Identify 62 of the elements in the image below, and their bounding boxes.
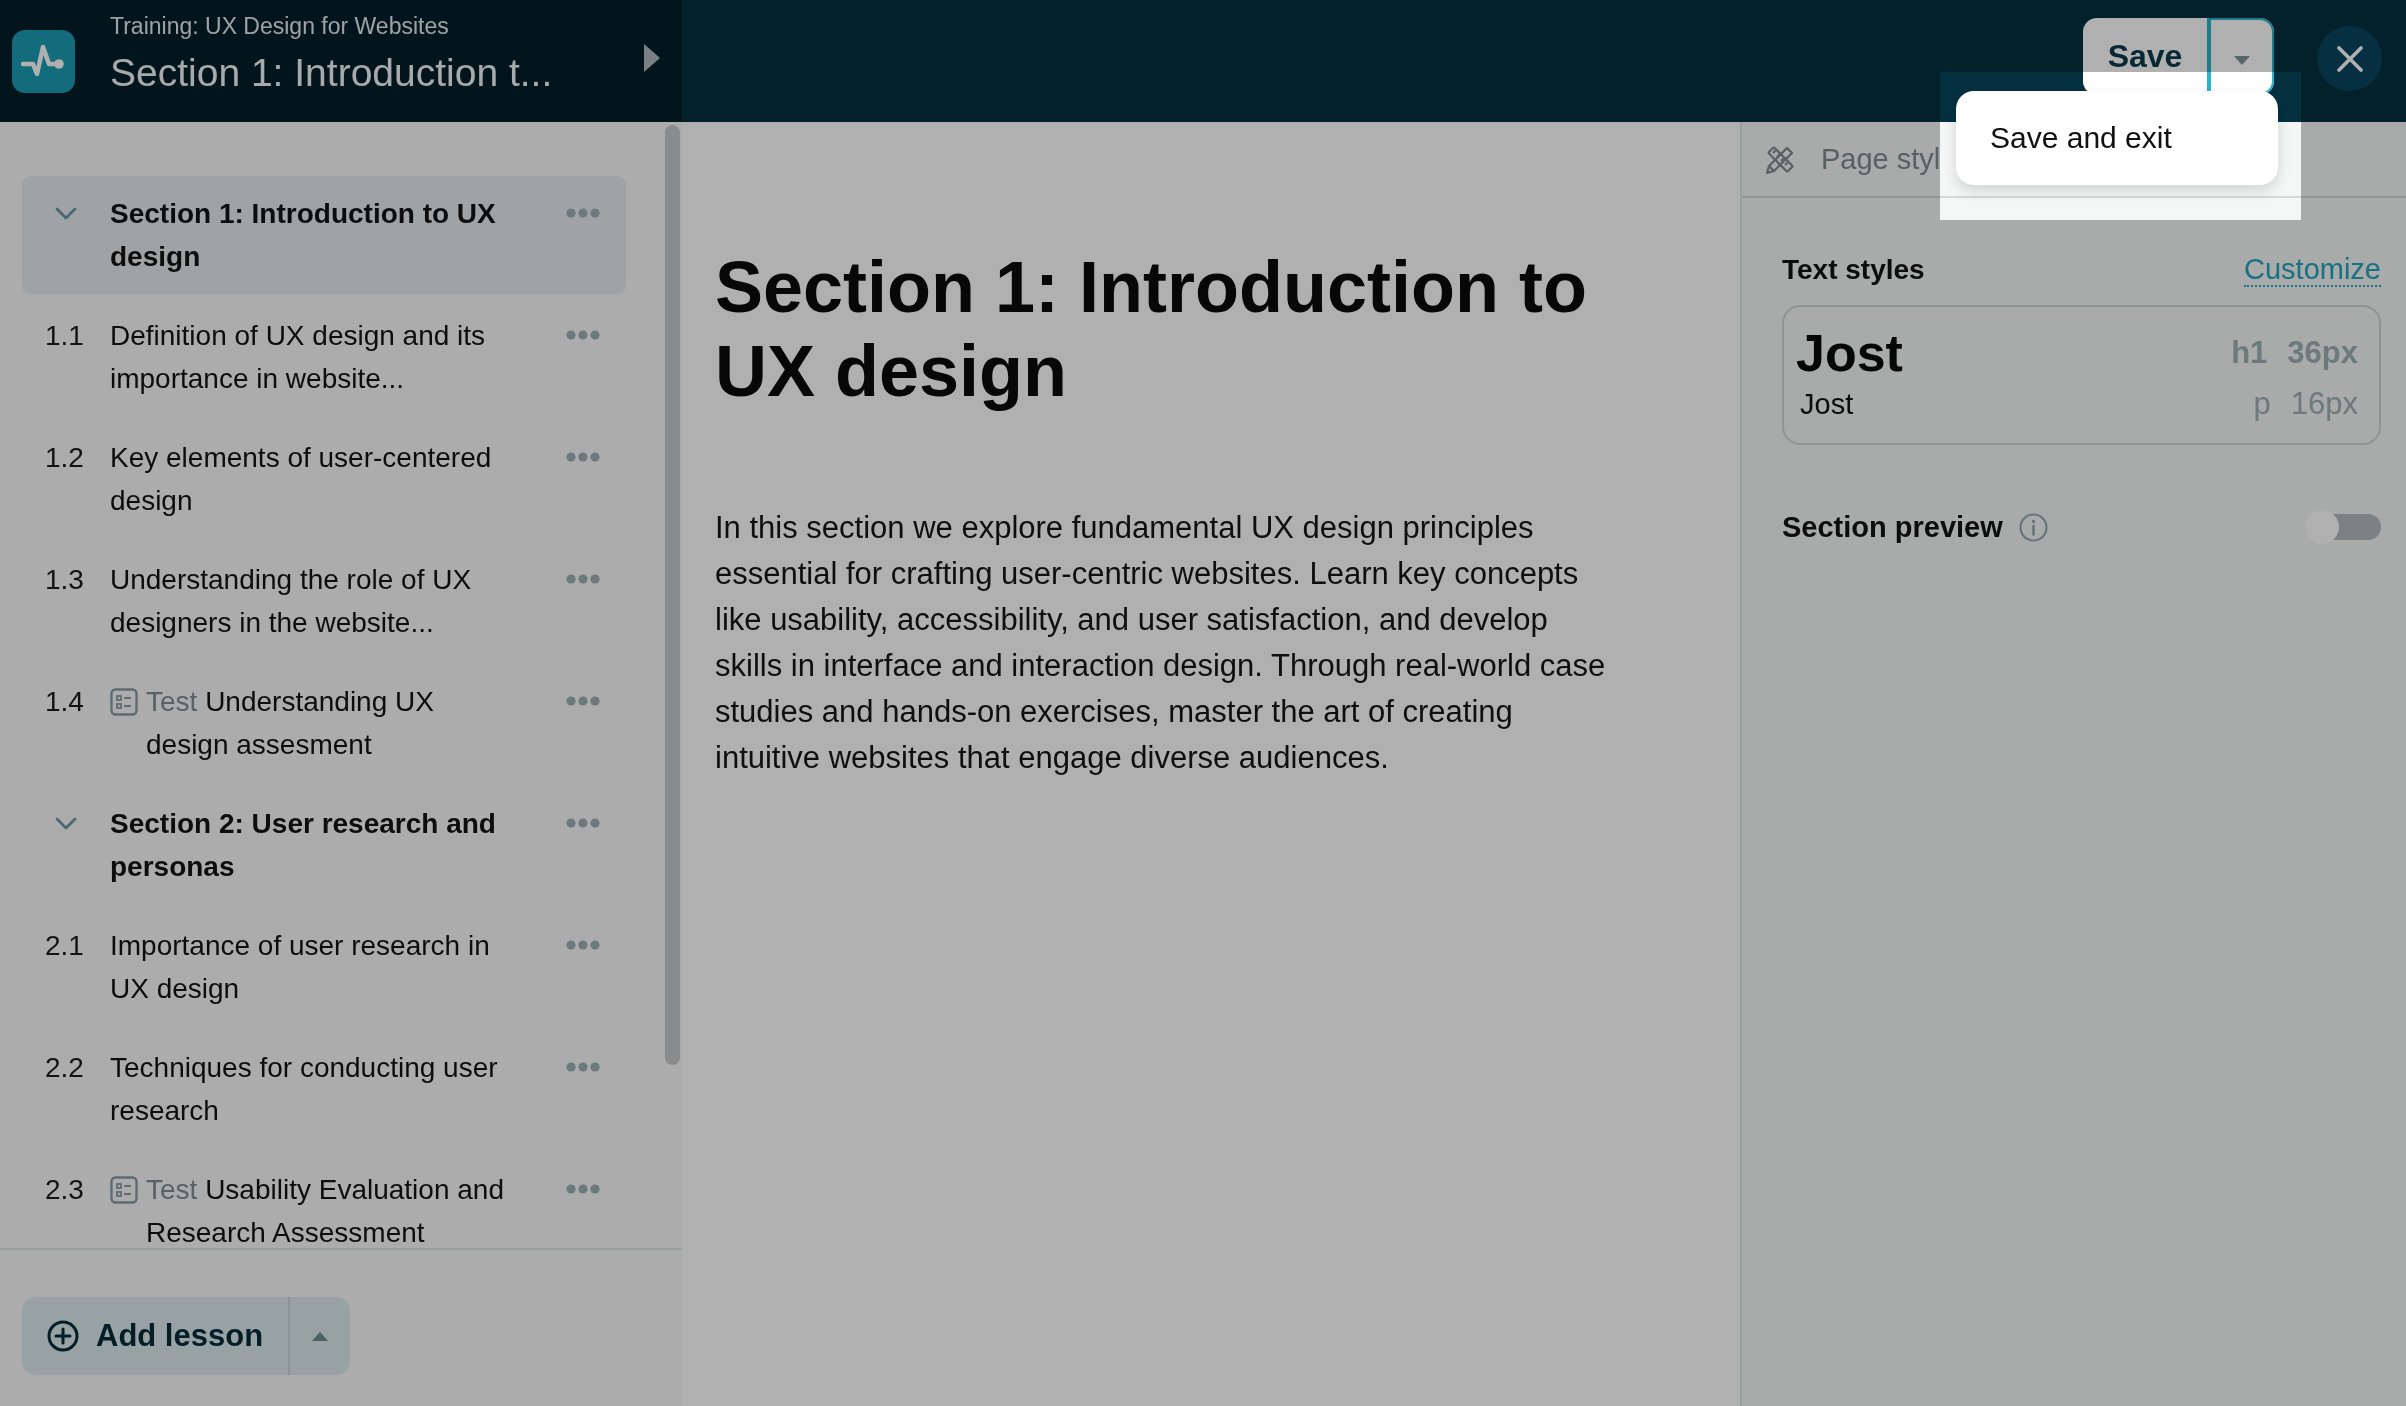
close-icon: [2336, 45, 2363, 72]
add-lesson-menu-button[interactable]: [288, 1297, 350, 1375]
lesson-row[interactable]: 2.3 Test Usability Evaluation and Research Assessment: [22, 1152, 626, 1248]
section-heading: Section 1: Introduction to UX design: [715, 246, 1588, 413]
lesson-row[interactable]: 1.1 Definition of UX design and its importance in website...: [22, 298, 626, 416]
checklist-icon: [110, 1176, 138, 1204]
lesson-row[interactable]: 1.2 Key elements of user-centered design: [22, 420, 626, 538]
course-breadcrumb: Training: UX Design for Websites: [110, 12, 449, 40]
text-style-card[interactable]: Jost h1 36px Jost p 16px: [1782, 305, 2381, 445]
triangle-icon[interactable]: [644, 44, 660, 72]
lesson-row[interactable]: 2.2 Techniques for conducting user research: [22, 1030, 626, 1148]
chevron-down-icon[interactable]: [55, 817, 77, 830]
font-name: Jost: [1796, 323, 1903, 384]
more-icon[interactable]: [566, 208, 600, 218]
style-size: 36px: [2287, 334, 2358, 372]
pulse-logo-icon[interactable]: [12, 29, 75, 93]
section-name: Section 1: Introduction to UX design: [110, 198, 496, 272]
more-icon[interactable]: [566, 940, 600, 950]
checklist-icon: [110, 688, 138, 716]
more-icon[interactable]: [566, 330, 600, 340]
more-icon[interactable]: [566, 1184, 600, 1194]
caret-up-icon: [312, 1331, 328, 1341]
lesson-title: Test Usability Evaluation and Research Assessment: [146, 1173, 505, 1248]
lesson-number: 2.2: [45, 1051, 84, 1085]
preview-toggle[interactable]: [2305, 510, 2381, 544]
text-styles-label: Text styles: [1782, 254, 1925, 286]
more-icon[interactable]: [566, 696, 600, 706]
more-icon[interactable]: [566, 818, 600, 828]
font-name: Jost: [1800, 387, 1854, 421]
lesson-row[interactable]: 1.4 Test Understanding UX design assesment: [22, 664, 626, 782]
section-description: In this section we explore fundamental UX design principles essential for crafting user-centric websites. Learn key concepts like usability, accessibility, and user satisfaction, and develop skills in interface and interaction design. Through real-world case studies and hands-on exercises, master the art of creating intuitive websites that engage diverse audiences.: [715, 509, 1607, 777]
chevron-down-icon[interactable]: [55, 207, 77, 220]
lesson-title: Techniques for conducting user research: [110, 1052, 498, 1126]
section-preview-label: Section preview: [1782, 510, 2003, 544]
lesson-row[interactable]: 2.1 Importance of user research in UX design: [22, 908, 626, 1026]
lesson-number: 1.3: [45, 563, 84, 597]
section-title: Section 1: Introduction t...: [110, 50, 553, 96]
section-row[interactable]: Section 2: User research and personas: [22, 786, 626, 904]
add-lesson-button[interactable]: Add lesson: [22, 1297, 288, 1375]
section-row[interactable]: Section 1: Introduction to UX design: [22, 176, 626, 294]
save-menu-toggle[interactable]: [2207, 18, 2274, 95]
lesson-row[interactable]: 1.3 Understanding the role of UX designers in the website...: [22, 542, 626, 660]
lesson-number: 2.3: [45, 1173, 84, 1207]
more-icon[interactable]: [566, 574, 600, 584]
info-icon[interactable]: [2018, 512, 2048, 542]
lesson-title: Definition of UX design and its importance in website...: [110, 320, 486, 394]
scrollbar-thumb[interactable]: [665, 125, 680, 1065]
style-size: 16px: [2290, 386, 2358, 422]
section-name: Section 2: User research and personas: [110, 808, 496, 882]
menu-item[interactable]: Save and exit: [1990, 121, 2172, 155]
lesson-number: 1.1: [45, 319, 84, 353]
plus-circle-icon: [47, 1320, 79, 1352]
lesson-number: 2.1: [45, 929, 84, 963]
caret-down-icon: [2233, 56, 2250, 65]
lesson-title: Key elements of user-centered design: [110, 442, 492, 516]
more-icon[interactable]: [566, 1062, 600, 1072]
lesson-title: Understanding the role of UX designers in the website...: [110, 564, 472, 638]
lesson-number: 1.4: [45, 685, 84, 719]
lesson-title: Importance of user research in UX design: [110, 930, 490, 1004]
lesson-number: 1.2: [45, 441, 84, 475]
more-icon[interactable]: [566, 452, 600, 462]
lesson-title: Test Understanding UX design assesment: [146, 685, 435, 762]
